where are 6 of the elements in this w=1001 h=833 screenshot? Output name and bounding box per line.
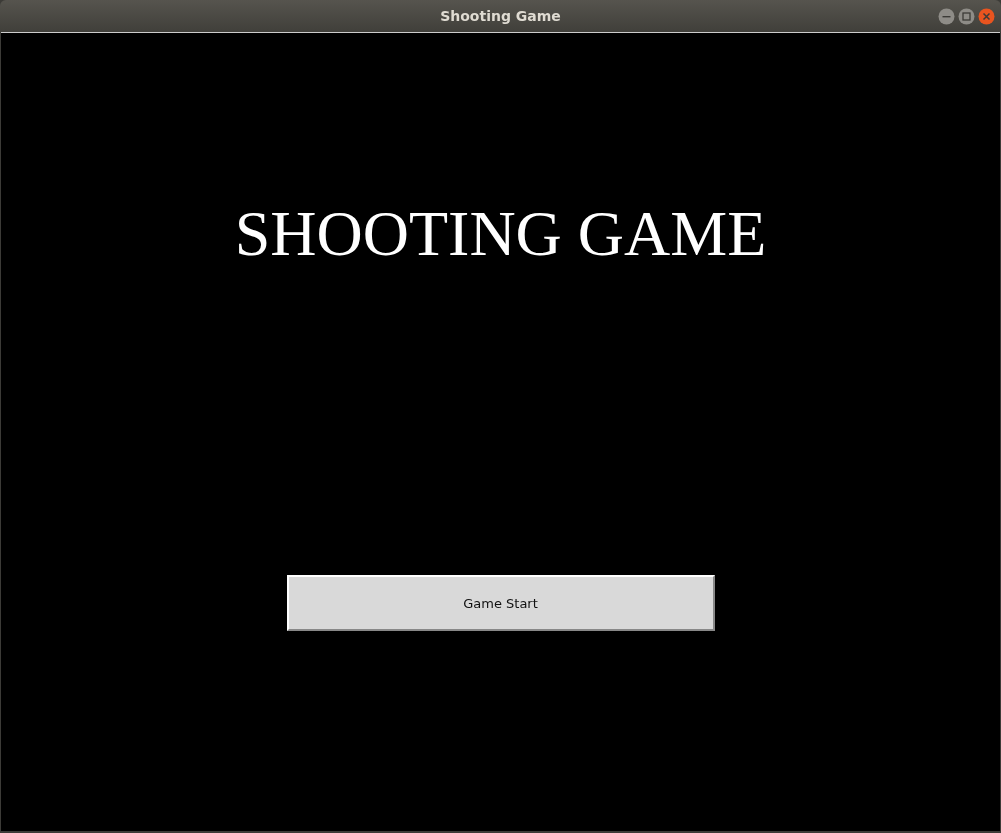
game-start-button[interactable]: Game Start — [286, 575, 715, 631]
minimize-icon[interactable] — [938, 8, 955, 25]
window-title: Shooting Game — [440, 8, 561, 24]
maximize-icon[interactable] — [958, 8, 975, 25]
game-title: SHOOTING GAME — [234, 198, 767, 270]
close-icon[interactable] — [978, 8, 995, 25]
